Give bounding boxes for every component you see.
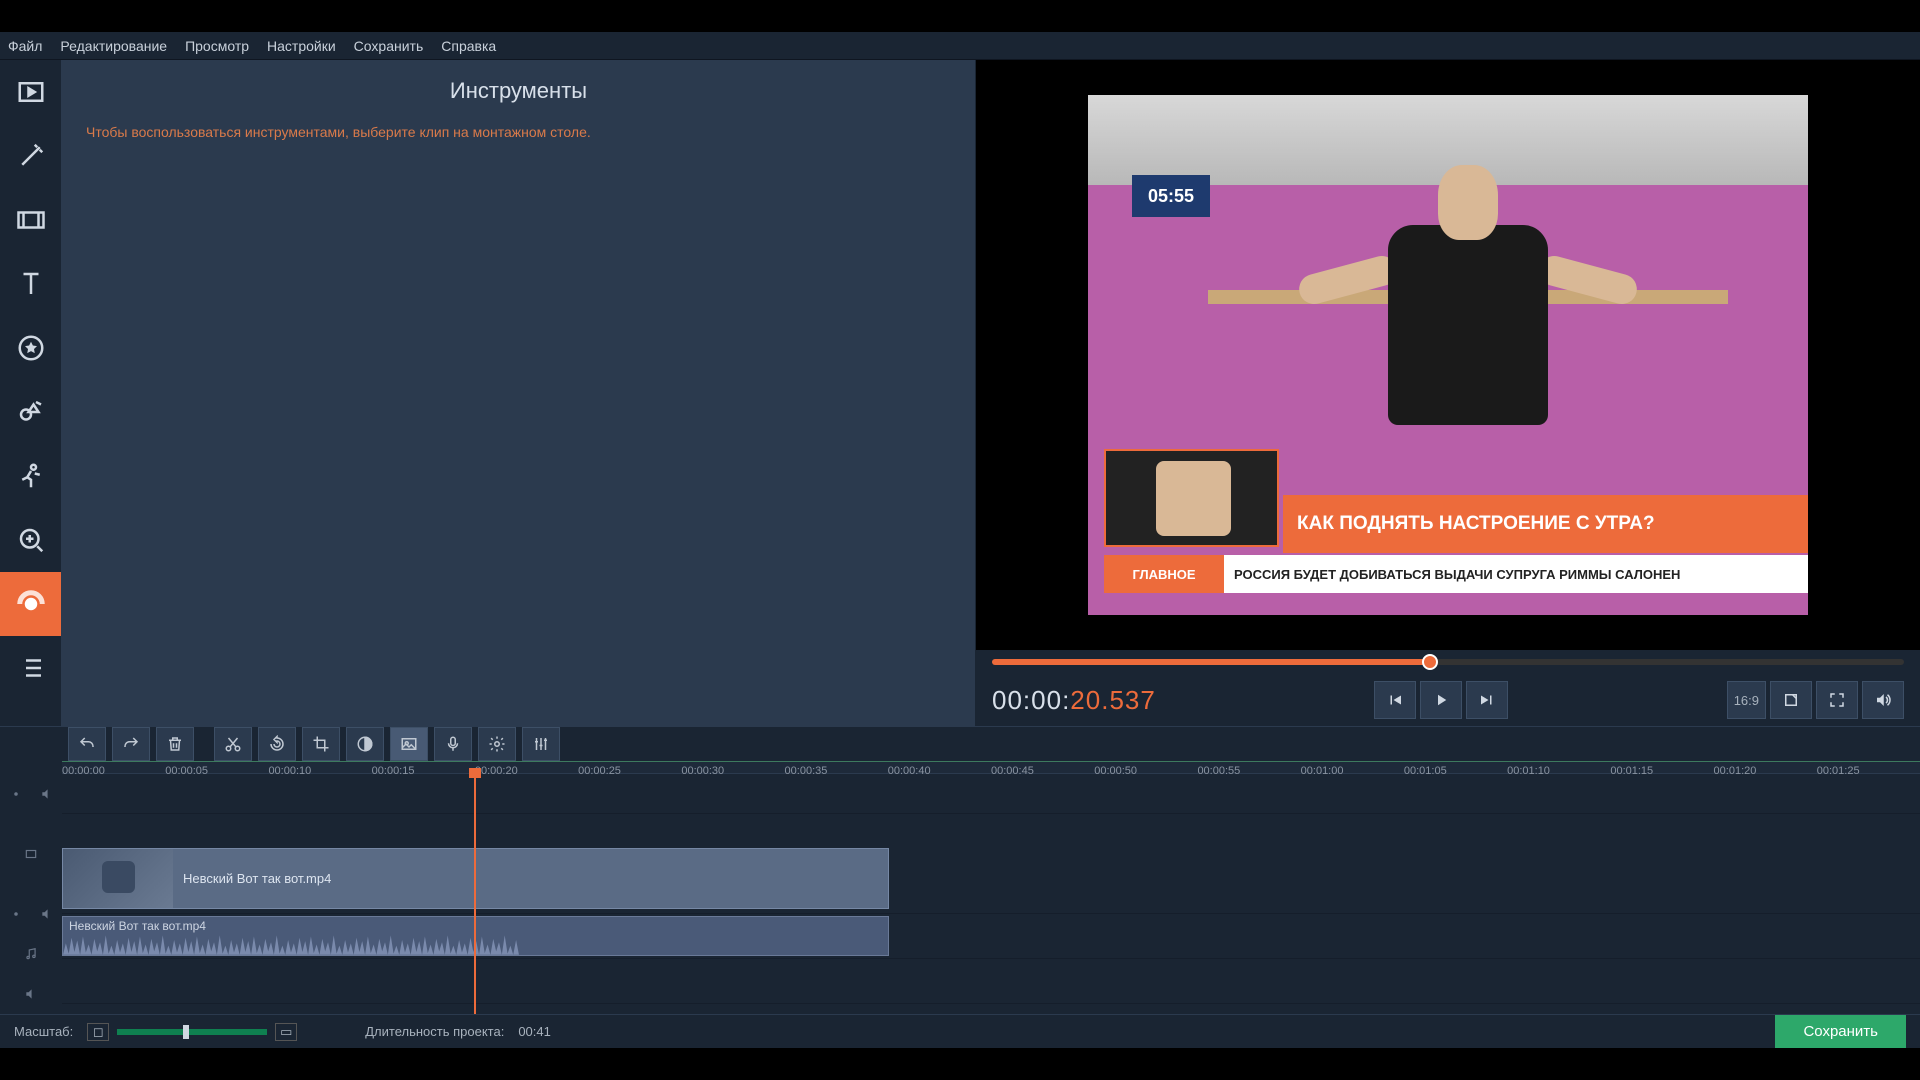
- undo-button[interactable]: [68, 727, 106, 761]
- menu-view[interactable]: Просмотр: [185, 38, 249, 54]
- tools-panel: Инструменты Чтобы воспользоваться инстру…: [62, 60, 976, 726]
- overlay-headline: КАК ПОДНЯТЬ НАСТРОЕНИЕ С УТРА?: [1283, 495, 1808, 553]
- bottom-bar: Масштаб: ◻ ▭ Длительность проекта: 00:41…: [0, 1014, 1920, 1048]
- play-button[interactable]: [1420, 681, 1462, 719]
- prev-button[interactable]: [1374, 681, 1416, 719]
- delete-button[interactable]: [156, 727, 194, 761]
- clip-thumbnail: [63, 849, 173, 908]
- tool-shapes-icon[interactable]: [0, 380, 61, 444]
- tool-stickers-icon[interactable]: [0, 316, 61, 380]
- snapshot-button[interactable]: [390, 727, 428, 761]
- panel-hint: Чтобы воспользоваться инструментами, выб…: [62, 114, 975, 150]
- zoom-out-button[interactable]: ◻: [87, 1023, 109, 1041]
- playhead[interactable]: [474, 774, 476, 1014]
- mic-button[interactable]: [434, 727, 472, 761]
- overlay-ticker: РОССИЯ БУДЕТ ДОБИВАТЬСЯ ВЫДАЧИ СУПРУГА Р…: [1224, 555, 1808, 593]
- zoom-slider[interactable]: [117, 1029, 267, 1035]
- menubar: Файл Редактирование Просмотр Настройки С…: [0, 32, 1920, 60]
- fullscreen-button[interactable]: [1816, 681, 1858, 719]
- tool-zoom-icon[interactable]: [0, 508, 61, 572]
- track-audio-controls[interactable]: [0, 894, 62, 934]
- tool-record-icon[interactable]: [0, 572, 61, 636]
- color-button[interactable]: [346, 727, 384, 761]
- timeline-toolbar: [0, 727, 1920, 761]
- track-music-controls[interactable]: [0, 934, 62, 974]
- duration-value: 00:41: [518, 1024, 551, 1039]
- tool-transitions-icon[interactable]: [0, 188, 61, 252]
- preview-video[interactable]: 05:55 КАК ПОДНЯТЬ НАСТРОЕНИЕ С УТРА? ГЛА…: [976, 60, 1920, 650]
- save-button[interactable]: Сохранить: [1775, 1015, 1906, 1048]
- menu-save[interactable]: Сохранить: [354, 38, 424, 54]
- timeline: 00:00:0000:00:0500:00:1000:00:1500:00:20…: [0, 726, 1920, 1048]
- crop-button[interactable]: [302, 727, 340, 761]
- overlay-clock: 05:55: [1132, 175, 1210, 217]
- timeline-ruler[interactable]: 00:00:0000:00:0500:00:1000:00:1500:00:20…: [62, 761, 1920, 774]
- next-button[interactable]: [1466, 681, 1508, 719]
- tool-text-icon[interactable]: [0, 252, 61, 316]
- duration-label: Длительность проекта:: [365, 1024, 504, 1039]
- rotate-button[interactable]: [258, 727, 296, 761]
- menu-help[interactable]: Справка: [441, 38, 496, 54]
- menu-settings[interactable]: Настройки: [267, 38, 336, 54]
- zoom-in-button[interactable]: ▭: [275, 1023, 297, 1041]
- cut-button[interactable]: [214, 727, 252, 761]
- tool-motion-icon[interactable]: [0, 444, 61, 508]
- equalizer-button[interactable]: [522, 727, 560, 761]
- menu-file[interactable]: Файл: [8, 38, 42, 54]
- track-fx-controls[interactable]: [0, 774, 62, 814]
- video-frame: 05:55 КАК ПОДНЯТЬ НАСТРОЕНИЕ С УТРА? ГЛА…: [1088, 95, 1808, 615]
- clip-label: Невский Вот так вот.mp4: [173, 871, 341, 886]
- aspect-ratio[interactable]: 16:9: [1727, 681, 1766, 719]
- track-extra-controls[interactable]: [0, 974, 62, 1014]
- preview-controls: 00:00:20.537 16:9: [976, 674, 1920, 726]
- detach-button[interactable]: [1770, 681, 1812, 719]
- timecode: 00:00:20.537: [992, 685, 1156, 716]
- preview-scrubber[interactable]: [976, 650, 1920, 674]
- tool-wand-icon[interactable]: [0, 124, 61, 188]
- redo-button[interactable]: [112, 727, 150, 761]
- zoom-label: Масштаб:: [14, 1024, 73, 1039]
- audio-clip-label: Невский Вот так вот.mp4: [69, 919, 206, 933]
- preview-panel: 05:55 КАК ПОДНЯТЬ НАСТРОЕНИЕ С УТРА? ГЛА…: [976, 60, 1920, 726]
- tool-list-icon[interactable]: [0, 636, 61, 700]
- clip-settings-button[interactable]: [478, 727, 516, 761]
- volume-button[interactable]: [1862, 681, 1904, 719]
- timeline-tracks[interactable]: Невский Вот так вот.mp4 Невский Вот так …: [0, 774, 1920, 1014]
- track-video-controls[interactable]: [0, 814, 62, 894]
- menu-edit[interactable]: Редактирование: [60, 38, 167, 54]
- panel-title: Инструменты: [62, 60, 975, 114]
- tool-media-icon[interactable]: [0, 60, 61, 124]
- overlay-tag: ГЛАВНОЕ: [1104, 555, 1224, 593]
- left-toolbar: [0, 60, 62, 726]
